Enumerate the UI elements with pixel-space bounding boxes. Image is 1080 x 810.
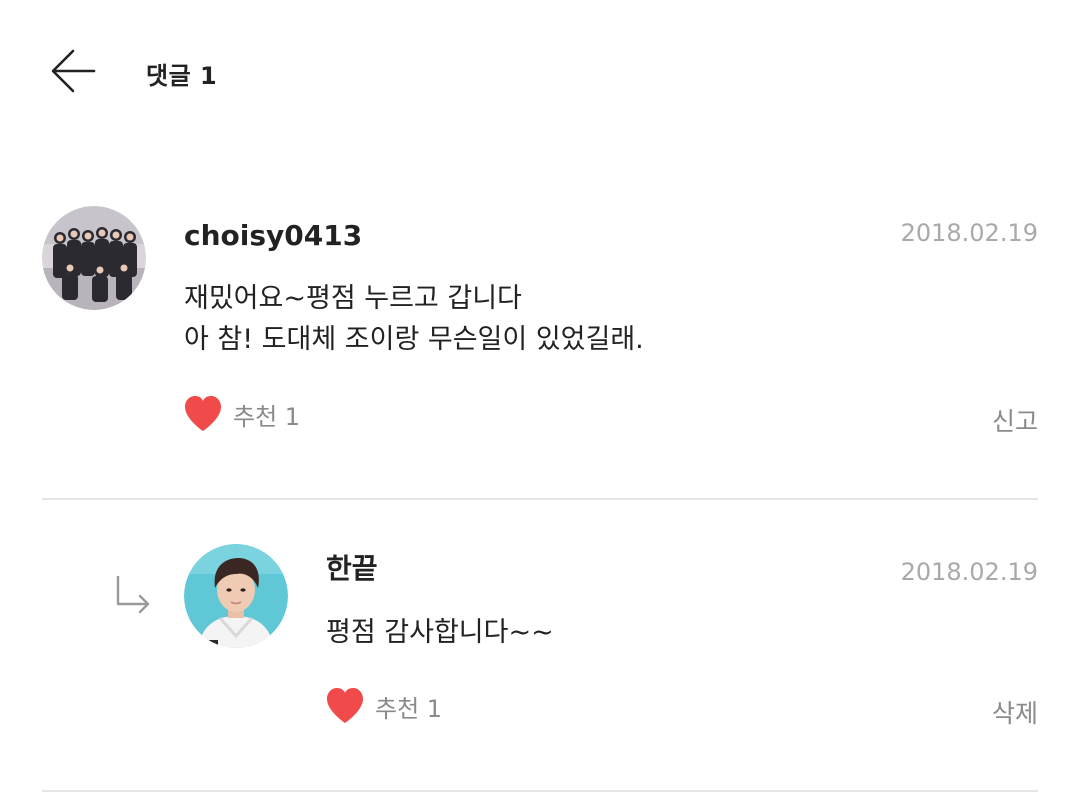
report-button[interactable]: 신고: [992, 402, 1038, 438]
like-count-label: 추천 1: [375, 694, 443, 723]
like-button[interactable]: 추천 1: [183, 395, 300, 433]
page-title: 댓글 1: [146, 62, 218, 90]
comment-text: 재밌어요~평점 누르고 갑니다 아 참! 도대체 조이랑 무슨일이 있었길래.: [184, 283, 644, 355]
like-count-label: 추천 1: [233, 402, 301, 431]
back-button[interactable]: [46, 44, 100, 98]
avatar[interactable]: [42, 206, 146, 310]
like-button[interactable]: 추천 1: [325, 687, 442, 725]
divider: [42, 790, 1038, 792]
delete-button[interactable]: 삭제: [992, 694, 1038, 730]
comment-username: choisy0413: [184, 219, 363, 252]
avatar[interactable]: [184, 544, 288, 648]
divider: [42, 498, 1038, 500]
heart-icon: [327, 688, 363, 723]
comment-date: 2018.02.19: [900, 219, 1038, 247]
reply-date: 2018.02.19: [900, 558, 1038, 586]
heart-icon: [185, 396, 221, 431]
group-photo-avatar: [42, 206, 146, 310]
portrait-avatar: [184, 544, 288, 648]
reply-username: 한끝: [326, 552, 378, 585]
top-bar: 댓글 1: [0, 0, 1080, 140]
reply-text: 평점 감사합니다~~: [326, 617, 554, 648]
reply-arrow-icon: [116, 576, 150, 614]
arrow-left-icon: [51, 49, 96, 93]
